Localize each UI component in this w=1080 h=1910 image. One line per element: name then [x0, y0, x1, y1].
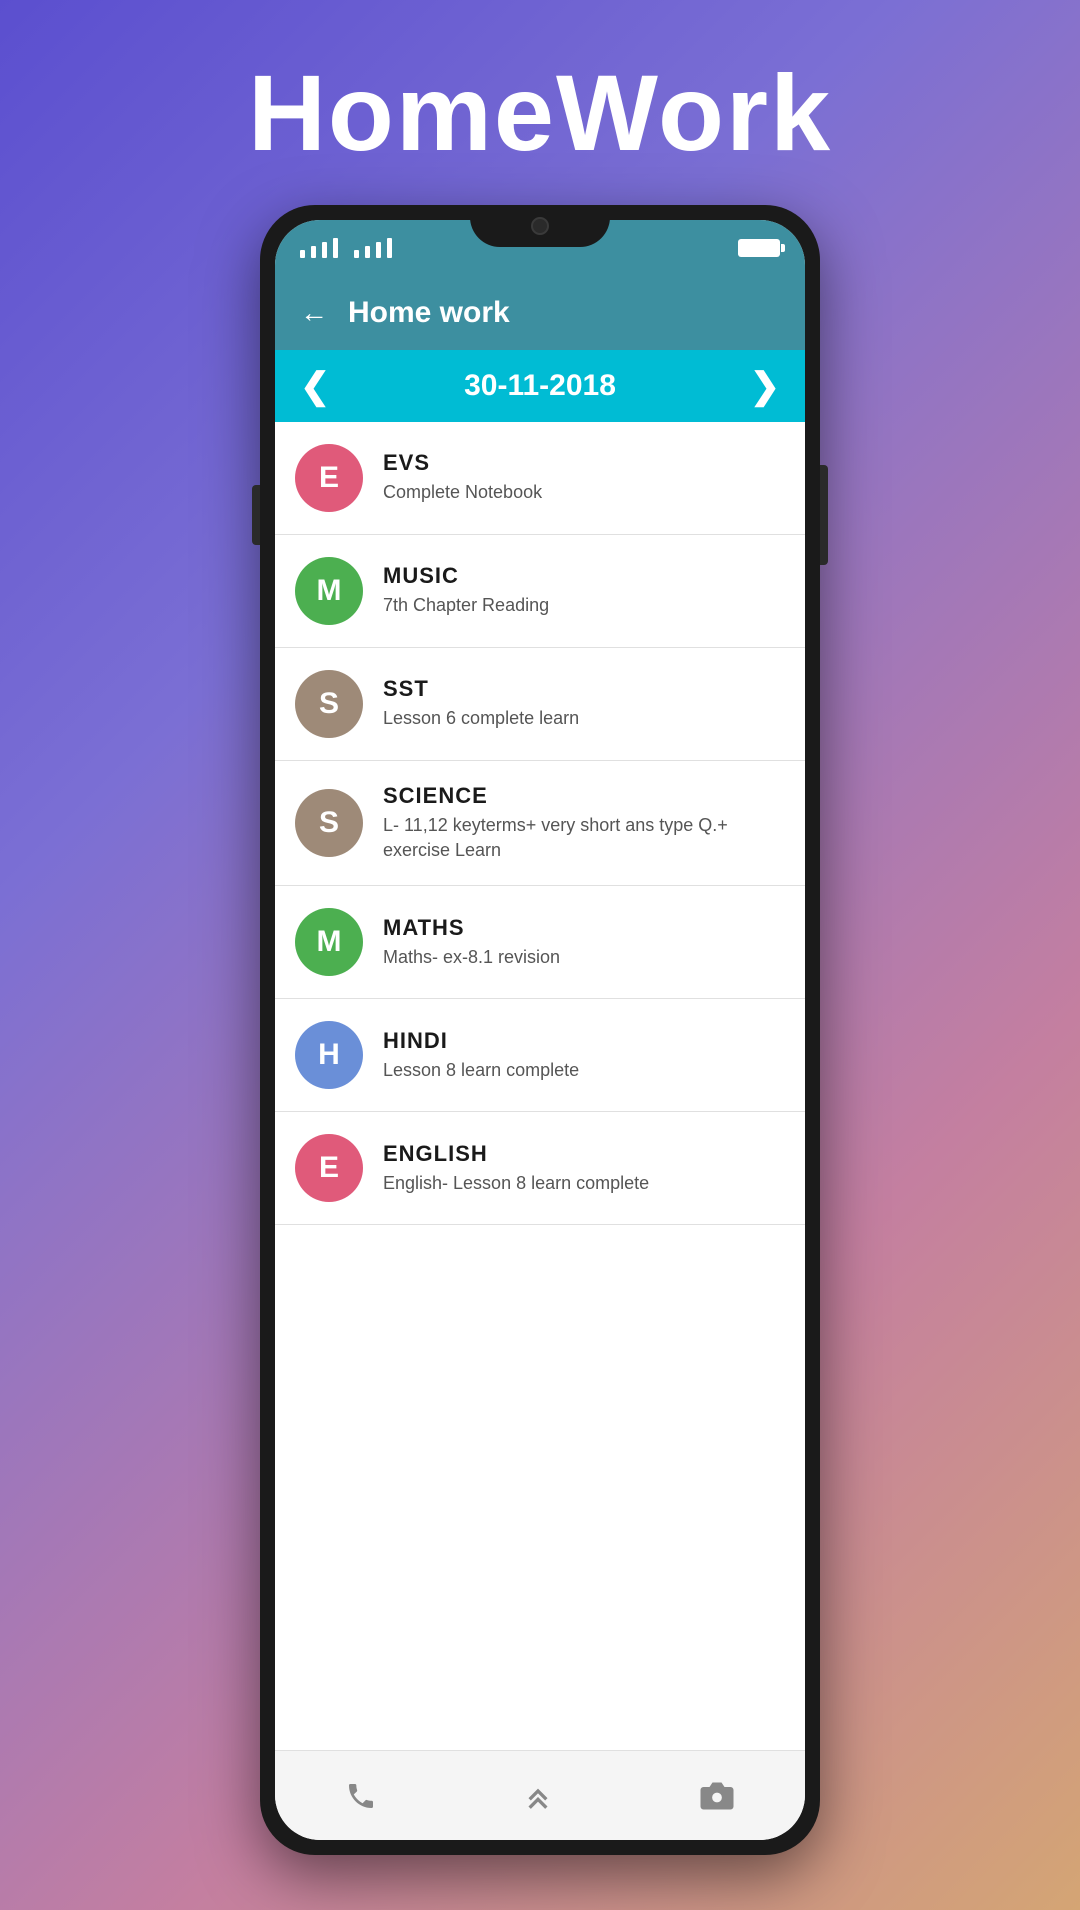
header-title: Home work	[348, 296, 510, 330]
back-button[interactable]: ←	[300, 297, 328, 329]
subject-task: Maths- ex-8.1 revision	[383, 945, 785, 970]
prev-date-button[interactable]: ❮	[300, 365, 330, 407]
signal-bar-6	[365, 246, 370, 258]
battery-icon	[738, 239, 780, 257]
subject-name: SCIENCE	[383, 783, 785, 809]
subject-task: L- 11,12 keyterms+ very short ans type Q…	[383, 813, 785, 863]
signal-bar-1	[300, 250, 305, 258]
subject-name: HINDI	[383, 1028, 785, 1054]
subject-task: English- Lesson 8 learn complete	[383, 1171, 785, 1196]
subject-name: MATHS	[383, 915, 785, 941]
subject-info: SST Lesson 6 complete learn	[383, 676, 785, 731]
subject-info: MUSIC 7th Chapter Reading	[383, 563, 785, 618]
camera-nav-button[interactable]	[699, 1778, 735, 1814]
subject-avatar: S	[295, 670, 363, 738]
front-camera	[531, 220, 549, 235]
app-title: HomeWork	[248, 50, 832, 175]
homework-item[interactable]: H HINDI Lesson 8 learn complete	[275, 999, 805, 1112]
subject-avatar: M	[295, 908, 363, 976]
subject-avatar: M	[295, 557, 363, 625]
homework-item[interactable]: S SST Lesson 6 complete learn	[275, 648, 805, 761]
subject-task: Lesson 6 complete learn	[383, 706, 785, 731]
current-date: 30-11-2018	[464, 369, 616, 403]
subject-avatar: H	[295, 1021, 363, 1089]
subject-avatar: S	[295, 789, 363, 857]
bottom-navigation	[275, 1750, 805, 1840]
subject-name: MUSIC	[383, 563, 785, 589]
signal-bar-8	[387, 238, 392, 258]
signal-bar-4	[333, 238, 338, 258]
homework-item[interactable]: S SCIENCE L- 11,12 keyterms+ very short …	[275, 761, 805, 886]
next-date-button[interactable]: ❯	[750, 365, 780, 407]
homework-list: E EVS Complete Notebook M MUSIC 7th Chap…	[275, 422, 805, 1750]
subject-info: MATHS Maths- ex-8.1 revision	[383, 915, 785, 970]
app-header: ← Home work	[275, 275, 805, 350]
date-navigation: ❮ 30-11-2018 ❯	[275, 350, 805, 422]
subject-name: EVS	[383, 450, 785, 476]
subject-name: ENGLISH	[383, 1141, 785, 1167]
signal-bar-2	[311, 246, 316, 258]
phone-frame: ← Home work ❮ 30-11-2018 ❯ E EVS Complet…	[260, 205, 820, 1855]
subject-name: SST	[383, 676, 785, 702]
subject-task: Lesson 8 learn complete	[383, 1058, 785, 1083]
homework-item[interactable]: E EVS Complete Notebook	[275, 422, 805, 535]
status-bar	[275, 220, 805, 275]
phone-screen: ← Home work ❮ 30-11-2018 ❯ E EVS Complet…	[275, 220, 805, 1840]
signal-bar-5	[354, 250, 359, 258]
signal-indicator	[300, 238, 392, 258]
subject-avatar: E	[295, 1134, 363, 1202]
homework-item[interactable]: E ENGLISH English- Lesson 8 learn comple…	[275, 1112, 805, 1225]
signal-bar-3	[322, 242, 327, 258]
home-nav-button[interactable]	[518, 1776, 558, 1816]
subject-task: Complete Notebook	[383, 480, 785, 505]
phone-nav-button[interactable]	[345, 1780, 377, 1812]
subject-avatar: E	[295, 444, 363, 512]
notch	[470, 220, 610, 247]
subject-info: ENGLISH English- Lesson 8 learn complete	[383, 1141, 785, 1196]
homework-item[interactable]: M MUSIC 7th Chapter Reading	[275, 535, 805, 648]
subject-task: 7th Chapter Reading	[383, 593, 785, 618]
signal-bar-7	[376, 242, 381, 258]
homework-item[interactable]: M MATHS Maths- ex-8.1 revision	[275, 886, 805, 999]
subject-info: HINDI Lesson 8 learn complete	[383, 1028, 785, 1083]
subject-info: EVS Complete Notebook	[383, 450, 785, 505]
subject-info: SCIENCE L- 11,12 keyterms+ very short an…	[383, 783, 785, 863]
